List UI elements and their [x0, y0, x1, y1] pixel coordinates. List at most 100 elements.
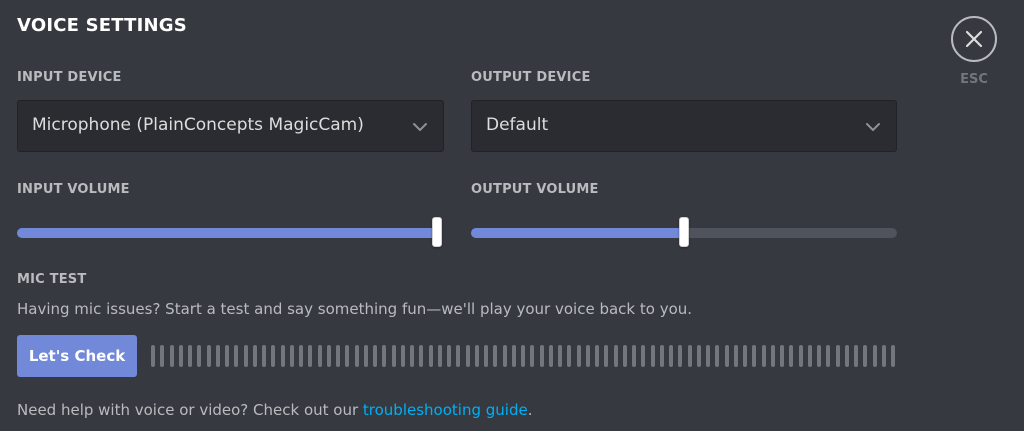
meter-bar: [317, 345, 322, 367]
meter-bar: [567, 345, 572, 367]
meter-bar: [410, 345, 414, 367]
meter-bar: [400, 345, 405, 367]
close-icon: [965, 30, 983, 48]
meter-bar: [881, 345, 886, 367]
meter-bar: [780, 345, 784, 367]
meter-bar: [437, 345, 442, 367]
meter-bar: [789, 345, 794, 367]
meter-bar: [835, 345, 840, 367]
meter-bar: [585, 345, 590, 367]
meter-bar: [752, 345, 757, 367]
help-text: Need help with voice or video? Check out…: [17, 401, 532, 419]
meter-bar: [844, 345, 849, 367]
meter-bar: [299, 345, 303, 367]
meter-bar: [678, 345, 683, 367]
help-text-prefix: Need help with voice or video? Check out…: [17, 401, 363, 419]
meter-bar: [280, 345, 285, 367]
meter-bar: [308, 345, 313, 367]
meter-bar: [511, 345, 516, 367]
meter-bar: [613, 345, 618, 367]
meter-bar: [225, 345, 229, 367]
meter-bar: [669, 345, 673, 367]
chevron-down-icon: [411, 118, 429, 136]
meter-bar: [539, 345, 544, 367]
meter-bar: [234, 345, 239, 367]
meter-bar: [382, 345, 387, 367]
meter-bar: [271, 345, 276, 367]
meter-bar: [872, 345, 877, 367]
meter-bar: [548, 345, 553, 367]
meter-bar: [151, 345, 155, 367]
meter-bar: [595, 345, 599, 367]
input-volume-handle[interactable]: [432, 217, 442, 247]
output-volume-handle[interactable]: [679, 217, 689, 247]
meter-bar: [243, 345, 248, 367]
voice-settings-page: VOICE SETTINGS INPUT DEVICE Microphone (…: [0, 0, 1024, 431]
meter-bar: [696, 345, 701, 367]
meter-bar: [817, 345, 821, 367]
meter-bar: [465, 345, 470, 367]
output-volume-fill: [471, 228, 684, 238]
meter-bar: [363, 345, 368, 367]
input-volume-label: INPUT VOLUME: [17, 182, 130, 197]
meter-bar: [576, 345, 581, 367]
meter-bar: [807, 345, 812, 367]
meter-bar: [641, 345, 646, 367]
meter-bar: [687, 345, 692, 367]
meter-bar: [178, 345, 183, 367]
esc-label: ESC: [960, 72, 988, 87]
meter-bar: [891, 345, 895, 367]
meter-bar: [336, 345, 340, 367]
mic-test-description: Having mic issues? Start a test and say …: [17, 300, 693, 318]
chevron-down-icon: [864, 118, 882, 136]
mic-test-label: MIC TEST: [17, 272, 87, 287]
troubleshooting-guide-link[interactable]: troubleshooting guide: [363, 401, 528, 419]
meter-bar: [456, 345, 461, 367]
input-device-select[interactable]: Microphone (PlainConcepts MagicCam): [17, 100, 444, 152]
meter-bar: [743, 345, 747, 367]
meter-bar: [428, 345, 433, 367]
meter-bar: [530, 345, 535, 367]
meter-bar: [188, 345, 192, 367]
meter-bar: [659, 345, 664, 367]
meter-bar: [761, 345, 766, 367]
meter-bar: [206, 345, 211, 367]
meter-bar: [493, 345, 498, 367]
output-device-select[interactable]: Default: [471, 100, 897, 152]
input-volume-slider[interactable]: [17, 217, 442, 247]
meter-bar: [354, 345, 359, 367]
meter-bar: [484, 345, 488, 367]
meter-bar: [391, 345, 396, 367]
meter-bar: [326, 345, 331, 367]
input-volume-fill: [17, 228, 437, 238]
meter-bar: [502, 345, 507, 367]
meter-bar: [558, 345, 562, 367]
meter-bar: [854, 345, 858, 367]
meter-bar: [715, 345, 720, 367]
meter-bar: [262, 345, 266, 367]
mic-level-meter: [151, 345, 896, 367]
help-text-suffix: .: [527, 401, 533, 419]
output-device-label: OUTPUT DEVICE: [471, 70, 591, 85]
meter-bar: [215, 345, 220, 367]
meter-bar: [632, 345, 636, 367]
lets-check-button[interactable]: Let's Check: [17, 335, 137, 377]
meter-bar: [724, 345, 729, 367]
meter-bar: [826, 345, 831, 367]
meter-bar: [706, 345, 710, 367]
output-volume-label: OUTPUT VOLUME: [471, 182, 599, 197]
meter-bar: [160, 345, 165, 367]
meter-bar: [289, 345, 294, 367]
close-button[interactable]: [951, 16, 997, 62]
meter-bar: [650, 345, 655, 367]
input-device-value: Microphone (PlainConcepts MagicCam): [32, 115, 364, 135]
meter-bar: [863, 345, 868, 367]
meter-bar: [345, 345, 350, 367]
output-device-value: Default: [486, 115, 549, 135]
meter-bar: [373, 345, 377, 367]
meter-bar: [798, 345, 803, 367]
meter-bar: [419, 345, 424, 367]
meter-bar: [474, 345, 479, 367]
output-volume-slider[interactable]: [471, 217, 897, 247]
meter-bar: [197, 345, 202, 367]
